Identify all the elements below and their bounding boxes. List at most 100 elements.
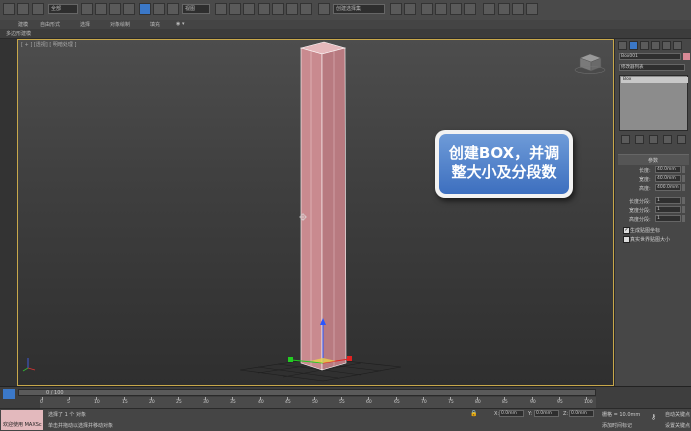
motion-tab-icon[interactable] [651,41,660,50]
width-segs-spinner[interactable] [682,206,685,213]
reference-coord-dropdown[interactable]: 视图 [182,4,210,14]
tab-modeling[interactable]: 建模 [18,21,28,28]
select-rotate-icon[interactable] [153,3,165,15]
x-field[interactable]: 0.0mm [499,410,524,417]
gen-mapping-label: 生成贴图坐标 [630,228,661,234]
pivot-center-icon[interactable] [215,3,227,15]
set-key-button[interactable]: 设置关键点 [665,422,690,429]
hierarchy-tab-icon[interactable] [640,41,649,50]
length-field[interactable]: 40.0mm [655,166,681,173]
keyboard-shortcut-icon[interactable] [243,3,255,15]
time-ruler[interactable]: 0 5 10 15 20 25 30 35 40 45 50 55 60 65 70 75 80 85 90 95 10… [40,397,596,408]
gen-mapping-checkbox[interactable]: ✓ [623,227,630,234]
ruler-tick-label: 95 [557,400,563,405]
ribbon-subtitle: 多边形建模 [6,31,32,37]
height-field[interactable]: 400.0mm [655,184,681,191]
ruler-tick-label: 45 [285,400,291,405]
render-setup-icon[interactable] [498,3,510,15]
tab-object-paint[interactable]: 对象绘制 [110,21,130,28]
snaps-toggle-icon[interactable] [258,3,270,15]
percent-snap-icon[interactable] [286,3,298,15]
real-world-checkbox[interactable] [623,236,630,243]
graphite-tools-icon[interactable] [435,3,447,15]
window-crossing-icon[interactable] [123,3,135,15]
timeline: 0 / 100 0 5 10 15 20 25 30 35 40 45 50 55 60 65 70 75 80… [0,386,691,409]
rect-selection-icon[interactable] [109,3,121,15]
main-toolbar: 全部 视图 创建选择集 [0,0,691,21]
width-spinner[interactable] [682,175,685,182]
time-slider[interactable]: 0 / 100 [18,389,596,396]
y-field[interactable]: 0.0mm [534,410,559,417]
utilities-tab-icon[interactable] [673,41,682,50]
z-field[interactable]: 0.0mm [569,410,594,417]
stack-tools [619,135,688,145]
mirror-icon[interactable] [390,3,402,15]
maxscript-listener[interactable]: 欢迎使用 MAXSc [1,410,43,430]
ruler-tick-label: 70 [421,400,427,405]
spinner-snap-icon[interactable] [300,3,312,15]
ribbon-tabs: 建模 自由形式 选择 对象绘制 填充 ◉ ▾ [0,20,691,29]
select-move-icon[interactable] [139,3,151,15]
ruler-tick-label: 50 [312,400,318,405]
add-time-tag[interactable]: 添加时间标记 [602,422,632,429]
z-label: Z: [563,411,569,417]
stack-item-box[interactable]: Box [621,77,688,83]
select-by-name-icon[interactable] [95,3,107,15]
length-segs-spinner[interactable] [682,197,685,204]
curve-editor-icon[interactable] [450,3,462,15]
tab-freeform[interactable]: 自由形式 [40,21,60,28]
tab-selection[interactable]: 选择 [80,21,90,28]
make-unique-icon[interactable] [649,135,658,144]
ribbon-options-icon[interactable]: ◉ ▾ [176,21,184,27]
object-color-swatch[interactable] [683,53,690,60]
show-end-result-icon[interactable] [635,135,644,144]
height-spinner[interactable] [682,184,685,191]
tab-populate[interactable]: 填充 [150,21,160,28]
object-name-field[interactable]: Box001 [619,53,681,60]
configure-sets-icon[interactable] [677,135,686,144]
select-object-icon[interactable] [81,3,93,15]
mini-curve-editor-icon[interactable] [3,389,15,399]
redo-icon[interactable] [17,3,29,15]
lock-selection-icon[interactable]: 🔒 [470,410,477,417]
render-icon[interactable] [526,3,538,15]
material-editor-icon[interactable] [483,3,495,15]
width-segs-field[interactable]: 1 [655,206,681,213]
named-selection-dropdown[interactable]: 创建选择集 [333,4,385,14]
select-scale-icon[interactable] [167,3,179,15]
parameters-rollout-header[interactable]: 参数 [618,154,689,165]
viewport-scene [22,41,606,382]
key-icon[interactable]: ⚷ [651,413,656,421]
y-label: Y: [528,411,533,417]
schematic-view-icon[interactable] [464,3,476,15]
length-segs-field[interactable]: 1 [655,197,681,204]
undo-icon[interactable] [3,3,15,15]
rendered-frame-icon[interactable] [512,3,524,15]
link-icon[interactable] [32,3,44,15]
edit-named-sel-icon[interactable] [318,3,330,15]
prompt-hint: 单击并拖动以选择并移动对象 [48,423,114,429]
layer-manager-icon[interactable] [421,3,433,15]
angle-snap-icon[interactable] [272,3,284,15]
width-field[interactable]: 40.0mm [655,175,681,182]
height-segs-field[interactable]: 1 [655,215,681,222]
pin-stack-icon[interactable] [621,135,630,144]
modify-tab-icon[interactable] [629,41,638,50]
select-manipulate-icon[interactable] [229,3,241,15]
align-icon[interactable] [404,3,416,15]
ruler-tick-label: 10 [94,400,100,405]
perspective-viewport[interactable]: [ + ] [透视] [ 明暗处理 ] [17,39,614,386]
ruler-tick-label: 100 [584,400,593,405]
ruler-tick-label: 0 [40,400,43,405]
welcome-text: 欢迎使用 MAXSc [3,422,42,428]
display-tab-icon[interactable] [662,41,671,50]
height-segs-spinner[interactable] [682,215,685,222]
remove-modifier-icon[interactable] [663,135,672,144]
ribbon-panel: 多边形建模 [0,29,691,39]
selection-filter-dropdown[interactable]: 全部 [48,4,78,14]
create-tab-icon[interactable] [618,41,627,50]
auto-key-button[interactable]: 自动关键点 [665,411,690,418]
length-spinner[interactable] [682,166,685,173]
axis-tripod-icon [22,358,36,372]
modifier-list-dropdown[interactable]: 修改器列表 [619,64,685,71]
